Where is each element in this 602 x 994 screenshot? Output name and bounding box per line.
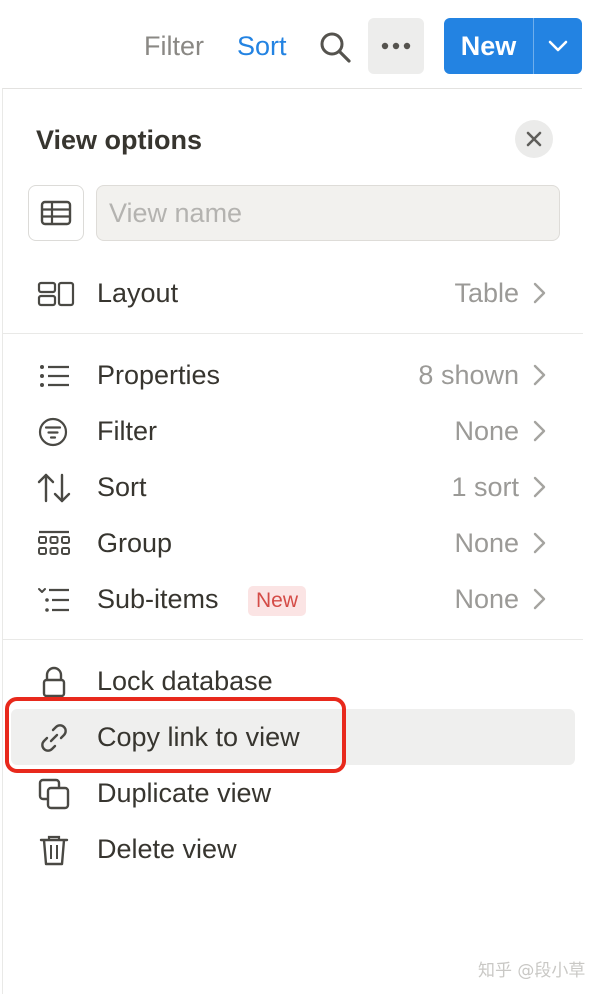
layout-label: Layout: [97, 278, 179, 308]
lock-database-label: Lock database: [97, 666, 273, 696]
close-icon: [526, 131, 542, 147]
new-badge: New: [248, 586, 307, 616]
subitems-icon: [37, 583, 71, 617]
toolbar-sort-button[interactable]: Sort: [237, 28, 287, 64]
subitems-label: Sub-items: [97, 584, 219, 614]
search-icon[interactable]: [318, 30, 352, 64]
close-button[interactable]: [515, 120, 553, 158]
table-icon: [40, 200, 72, 226]
lock-database-row[interactable]: Lock database: [11, 653, 575, 709]
duplicate-view-row[interactable]: Duplicate view: [11, 765, 575, 821]
group-row[interactable]: Group None: [11, 515, 575, 571]
sort-icon: [37, 471, 71, 505]
group-label: Group: [97, 528, 173, 558]
chevron-right-icon: [529, 419, 549, 443]
filter-icon: [37, 415, 71, 449]
panel-title: View options: [36, 125, 203, 155]
more-horizontal-icon: [381, 42, 411, 50]
chevron-right-icon: [529, 281, 549, 305]
view-options-panel: View options Layout Table: [2, 88, 583, 994]
chevron-right-icon: [529, 587, 549, 611]
layout-row[interactable]: Layout Table: [11, 265, 575, 321]
divider: [3, 639, 583, 640]
group-value: None: [454, 528, 519, 558]
database-toolbar: Filter Sort New: [0, 0, 602, 88]
subitems-row[interactable]: Sub-items New None: [11, 571, 575, 627]
new-button[interactable]: New: [444, 18, 534, 74]
duplicate-view-label: Duplicate view: [97, 778, 272, 808]
filter-value: None: [454, 416, 519, 446]
view-name-input[interactable]: [96, 185, 560, 241]
filter-row[interactable]: Filter None: [11, 403, 575, 459]
chevron-down-icon: [548, 40, 568, 52]
delete-view-label: Delete view: [97, 834, 237, 864]
chevron-right-icon: [529, 531, 549, 555]
new-menu-button[interactable]: [534, 18, 582, 74]
subitems-value: None: [454, 584, 519, 614]
copy-link-label: Copy link to view: [97, 722, 300, 752]
properties-label: Properties: [97, 360, 221, 390]
more-options-button[interactable]: [368, 18, 424, 74]
link-icon: [37, 721, 71, 755]
properties-row[interactable]: Properties 8 shown: [11, 347, 575, 403]
sort-row[interactable]: Sort 1 sort: [11, 459, 575, 515]
copy-link-row[interactable]: Copy link to view: [11, 709, 575, 765]
chevron-right-icon: [529, 363, 549, 387]
trash-icon: [37, 833, 71, 867]
watermark: 知乎 @段小草: [478, 961, 586, 981]
lock-icon: [37, 665, 71, 699]
layout-value: Table: [454, 278, 519, 308]
list-icon: [37, 359, 71, 393]
sort-label: Sort: [97, 472, 147, 502]
properties-value: 8 shown: [418, 360, 519, 390]
sort-value: 1 sort: [451, 472, 519, 502]
group-icon: [37, 527, 71, 561]
filter-label: Filter: [97, 416, 157, 446]
toolbar-filter-button[interactable]: Filter: [144, 28, 204, 64]
duplicate-icon: [37, 777, 71, 811]
delete-view-row[interactable]: Delete view: [11, 821, 575, 877]
new-button-group: New: [444, 18, 582, 74]
chevron-right-icon: [529, 475, 549, 499]
view-icon-button[interactable]: [28, 185, 84, 241]
divider: [3, 333, 583, 334]
layout-icon: [37, 277, 75, 311]
